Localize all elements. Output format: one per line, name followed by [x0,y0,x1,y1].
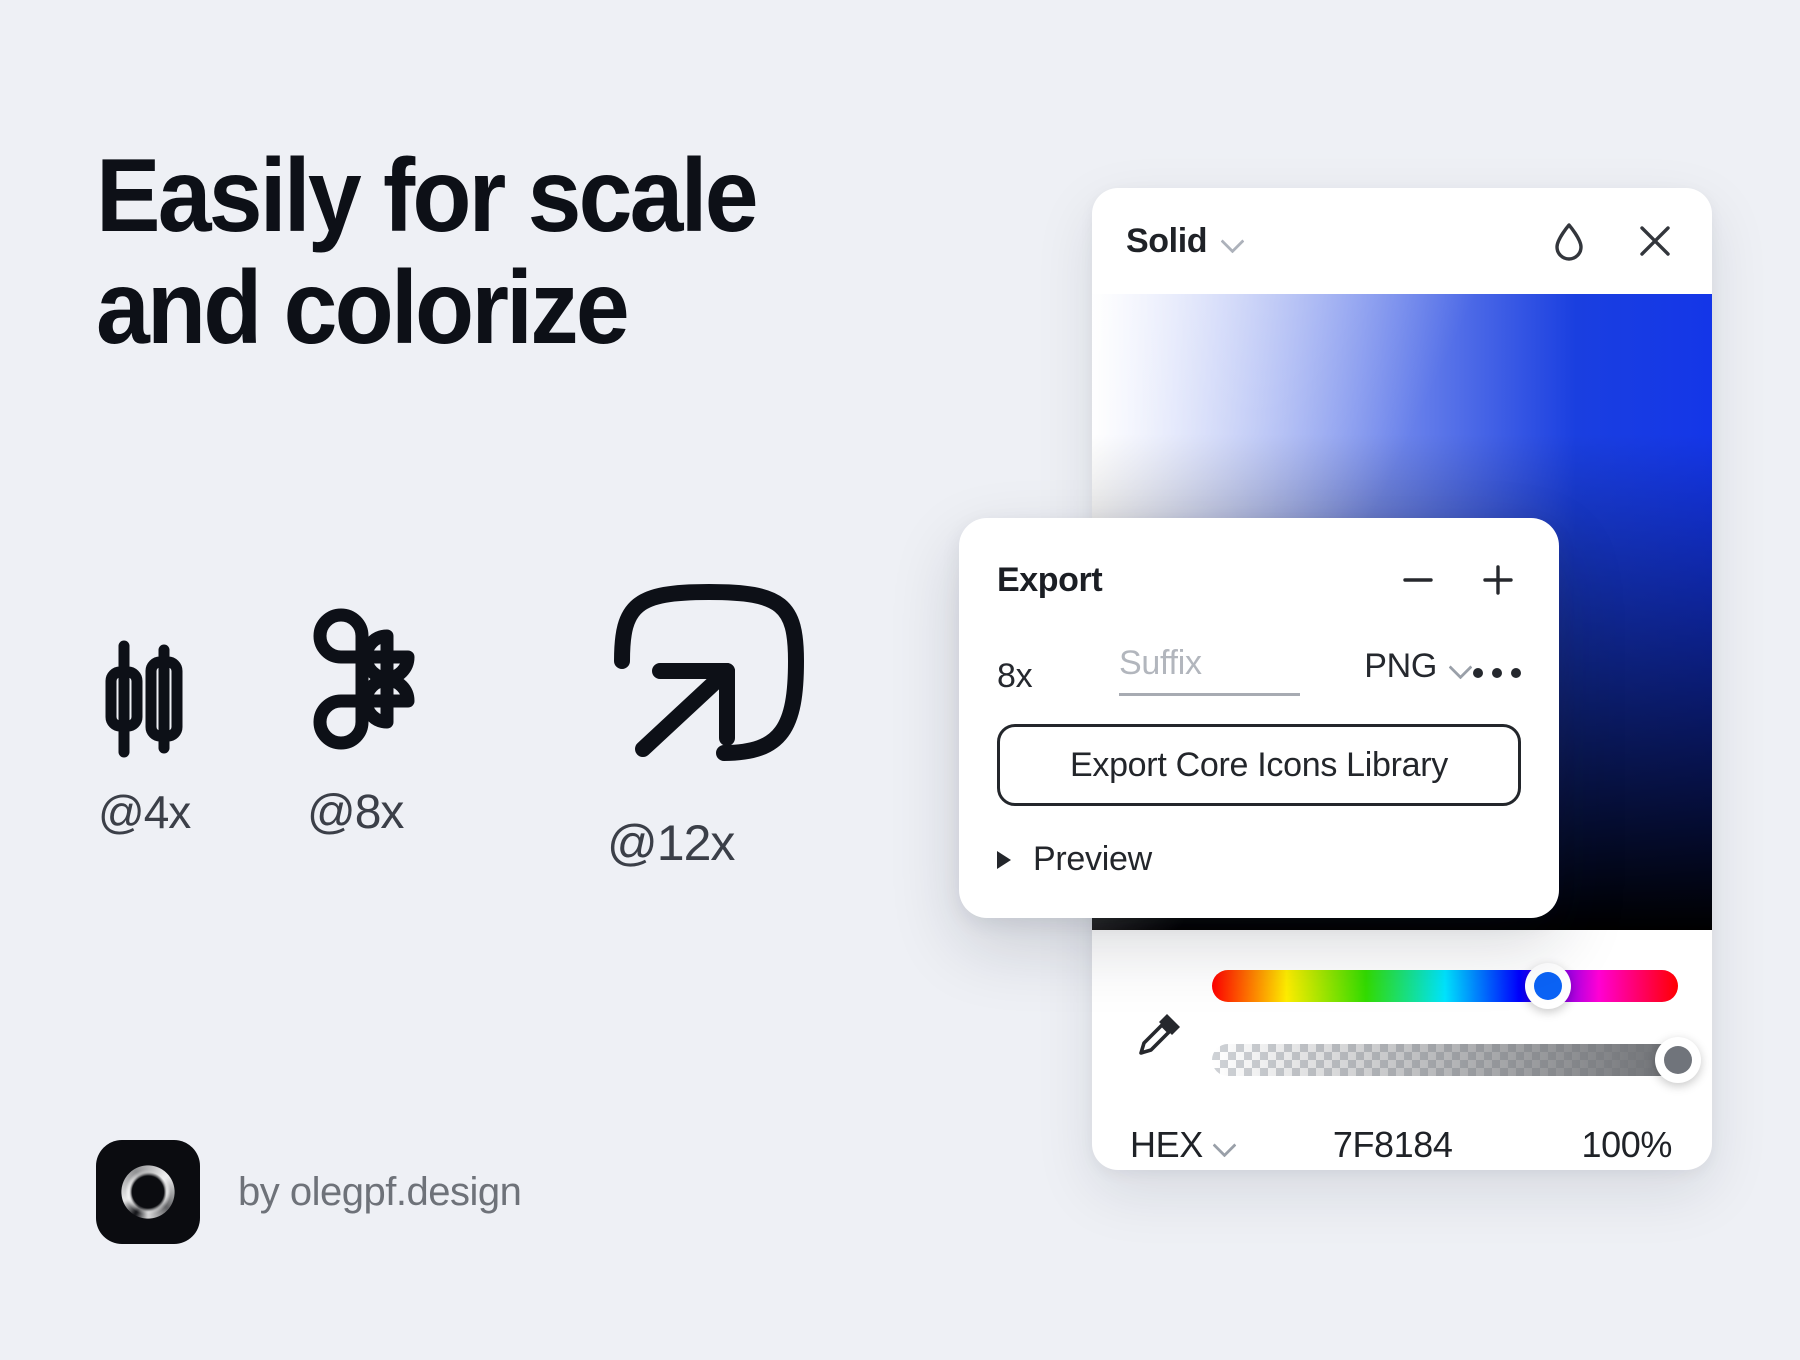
plus-icon[interactable] [1475,557,1521,603]
showcase-item-4x: @4x [96,640,192,839]
color-format-select[interactable]: HEX [1130,1124,1237,1166]
hex-value-input[interactable]: 7F8184 [1333,1124,1453,1166]
more-horizontal-icon[interactable] [1473,668,1521,696]
showcase-item-12x: @12x [605,575,831,872]
hue-handle-fill [1533,972,1562,1000]
command-key-icon [305,600,465,763]
export-settings-row: 8x Suffix PNG [997,634,1521,696]
hue-slider[interactable] [1212,963,1678,1009]
olegpf-vortex-logo [96,1140,200,1244]
color-value-row: HEX 7F8184 100% [1092,1096,1712,1166]
export-library-button[interactable]: Export Core Icons Library [997,724,1521,806]
alpha-handle-fill [1664,1046,1692,1074]
export-preview-toggle[interactable]: Preview [997,840,1521,879]
alpha-slider[interactable] [1212,1037,1701,1083]
triangle-right-icon [997,850,1011,869]
poster-canvas: Easily for scale and colorize @4x @8x @1… [0,0,1800,1360]
close-icon[interactable] [1632,218,1678,264]
chevron-down-icon [1221,229,1245,253]
export-format-select[interactable]: PNG [1364,647,1473,696]
export-suffix-placeholder: Suffix [1119,644,1202,682]
open-external-arrow-icon [605,575,831,794]
more-dot [1473,668,1483,678]
export-title: Export [997,560,1103,599]
alpha-slider-handle[interactable] [1655,1037,1701,1083]
eyedropper-icon[interactable] [1134,1008,1186,1060]
byline: by olegpf.design [96,1140,522,1244]
export-header: Export [997,552,1521,608]
droplet-icon[interactable] [1546,218,1592,264]
candlestick-chart-icon [96,640,192,763]
export-format-label: PNG [1364,647,1437,685]
minus-icon[interactable] [1395,557,1441,603]
alpha-value-input[interactable]: 100% [1582,1124,1673,1166]
vortex-ring-inner [117,1161,179,1223]
showcase-label-4x: @4x [98,786,191,838]
chevron-down-icon [1213,1133,1237,1157]
headline-line-2: and colorize [96,250,630,367]
headline-line-1: Easily for scale [96,138,758,254]
paint-type-select[interactable]: Solid [1126,222,1245,261]
showcase-label-12x: @12x [607,815,735,871]
color-format-label: HEX [1130,1124,1203,1165]
color-picker-header-actions [1546,218,1678,264]
byline-text: by olegpf.design [238,1169,522,1214]
export-scale-input[interactable]: 8x [997,657,1119,696]
chevron-down-icon [1449,655,1473,679]
more-dot [1511,668,1521,678]
hue-slider-handle[interactable] [1524,963,1571,1009]
export-suffix-input[interactable]: Suffix [1119,644,1301,696]
color-picker-header: Solid [1092,188,1712,294]
export-header-actions [1395,557,1521,603]
showcase-label-8x: @8x [307,786,404,839]
paint-type-label: Solid [1126,221,1208,260]
showcase-item-8x: @8x [305,600,465,840]
export-panel: Export 8x Suffix PNG Export Core Icons L… [959,518,1559,918]
more-dot [1492,668,1502,678]
export-preview-label: Preview [1033,840,1152,878]
slider-zone [1092,930,1712,1096]
sliders [1212,963,1701,1083]
page-title: Easily for scale and colorize [96,140,877,365]
